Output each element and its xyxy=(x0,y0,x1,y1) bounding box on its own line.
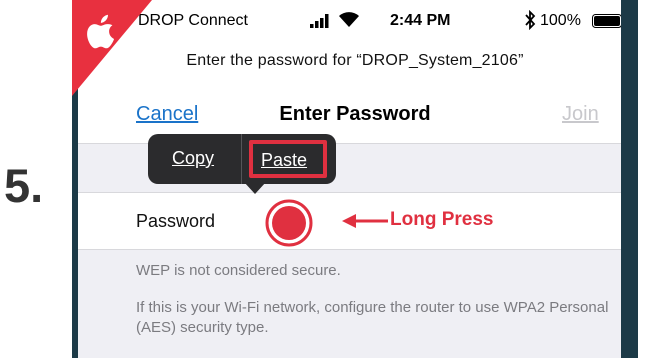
password-row: Password Long Press xyxy=(72,192,638,250)
context-menu: Copy Paste xyxy=(148,134,336,184)
page-title: Enter Password xyxy=(279,103,431,125)
menu-divider xyxy=(241,134,242,184)
context-menu-tail xyxy=(244,182,266,194)
password-prompt: Enter the password for “DROP_System_2106… xyxy=(72,42,638,80)
security-info: WEP is not considered secure. If this is… xyxy=(72,250,638,358)
paste-highlight: Paste xyxy=(249,140,327,178)
arrow-left-icon xyxy=(342,214,388,228)
status-carrier: DROP Connect xyxy=(138,12,248,29)
status-time: 2:44 PM xyxy=(390,12,451,29)
wep-warning: WEP is not considered secure. xyxy=(136,262,341,279)
apple-logo-icon xyxy=(72,0,152,96)
copy-menu-item[interactable]: Copy xyxy=(172,148,214,169)
frame-right-edge xyxy=(621,0,638,358)
password-label: Password xyxy=(136,211,216,231)
paste-menu-item[interactable]: Paste xyxy=(261,150,307,171)
press-target-icon xyxy=(265,199,313,247)
join-button[interactable]: Join xyxy=(562,103,599,126)
phone-screen: DROP Connect 2:44 PM 100% Enter the pass… xyxy=(72,0,638,358)
step-number: 5. xyxy=(4,159,44,212)
bluetooth-icon xyxy=(525,10,536,30)
status-bar: DROP Connect 2:44 PM 100% xyxy=(72,0,638,42)
long-press-label: Long Press xyxy=(390,209,494,230)
router-advice: If this is your Wi-Fi network, configure… xyxy=(136,299,609,336)
cellular-signal-icon xyxy=(310,14,329,28)
status-battery-percent: 100% xyxy=(540,12,581,29)
wifi-icon xyxy=(339,12,359,27)
prompt-text: Enter the password for “DROP_System_2106… xyxy=(186,52,524,69)
